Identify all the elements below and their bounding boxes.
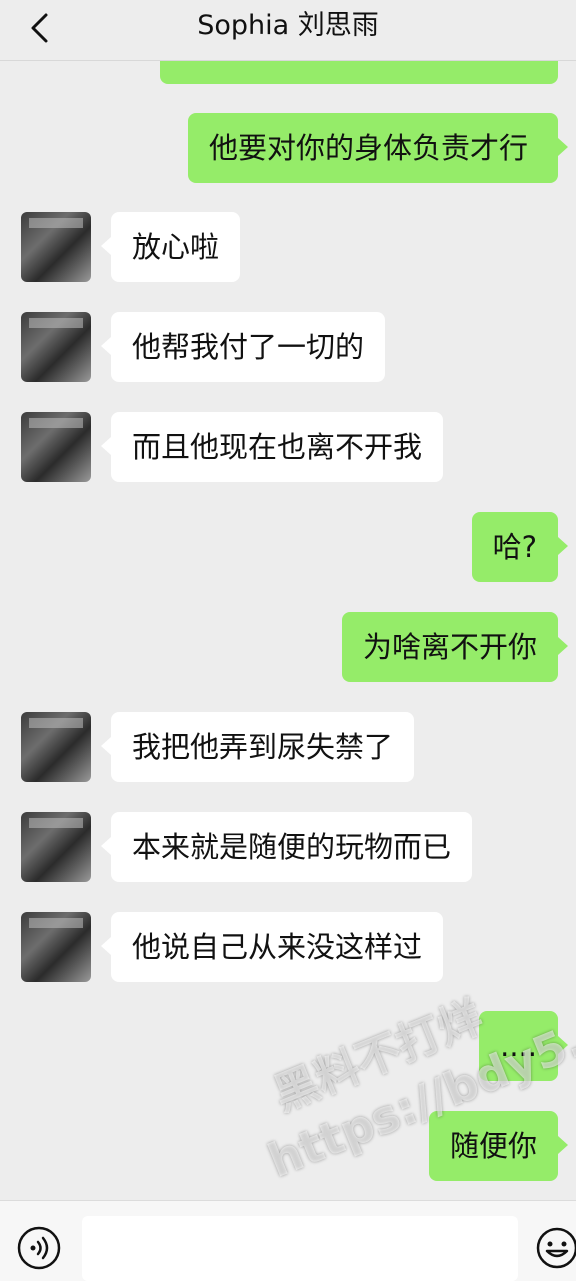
contact-avatar[interactable] [21,712,91,782]
message-bubble-in[interactable]: 我把他弄到尿失禁了 [100,712,415,782]
message-bubble-in[interactable]: 放心啦 [100,212,241,282]
message-bubble-out[interactable]: 哈? [471,512,569,582]
message-bubble-out[interactable]: 为啥离不开你 [341,612,569,682]
voice-icon[interactable] [17,1226,61,1270]
message-bubble-in[interactable]: 而且他现在也离不开我 [100,412,444,482]
contact-avatar[interactable] [21,312,91,382]
message-bubble-in[interactable]: 他说自己从来没这样过 [100,912,444,982]
message-bubble-out[interactable]: 他要对你的身体负责才行 [188,113,568,183]
chat-header: Sophia 刘思雨 [0,0,576,61]
contact-avatar[interactable] [21,212,91,282]
message-bubble-in[interactable]: 本来就是随便的玩物而已 [100,812,473,882]
chat-title: Sophia 刘思雨 [197,10,379,41]
message-bubble-in[interactable]: 他帮我付了一切的 [100,312,386,382]
chat-area[interactable]: 他要对你的身体负责才行 放心啦 他帮我付了一切的 而且他现在也离不开我 哈? 为… [0,0,576,1200]
emoji-icon[interactable] [535,1226,576,1270]
message-bubble-out[interactable]: .... [479,1011,568,1081]
input-bar [0,1200,576,1281]
contact-avatar[interactable] [21,412,91,482]
contact-avatar[interactable] [21,812,91,882]
message-input[interactable] [82,1216,518,1281]
contact-avatar[interactable] [21,912,91,982]
message-bubble-out[interactable]: 随便你 [428,1111,569,1181]
